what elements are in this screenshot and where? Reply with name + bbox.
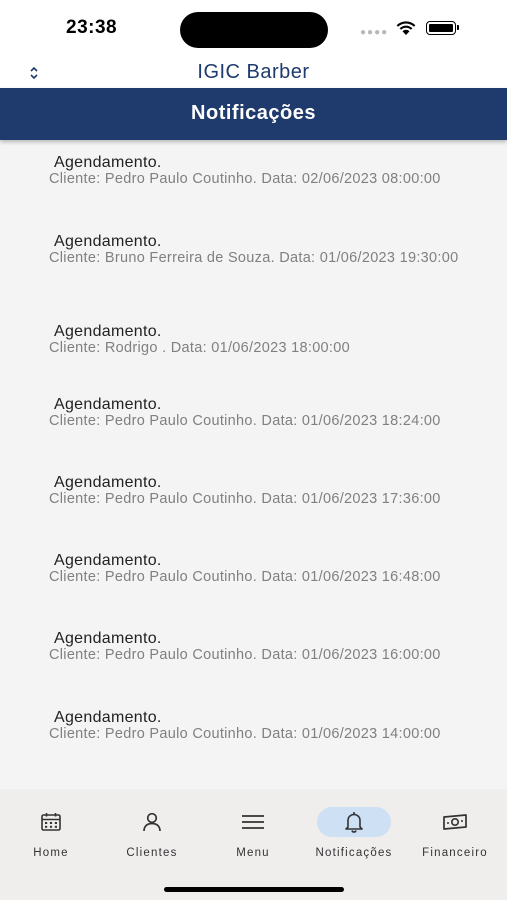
menu-icon [242,815,264,829]
home-indicator[interactable] [164,887,344,892]
notifications-list[interactable]: Agendamento. Cliente: Pedro Paulo Coutin… [0,141,507,789]
bottom-navigation: Home Clientes Menu Notificações Financei… [0,789,507,900]
notification-body: Cliente: Rodrigo . Data: 01/06/2023 18:0… [49,340,350,356]
nav-item-menu[interactable]: Menu [203,807,303,877]
battery-icon [426,21,459,35]
notification-title: Agendamento. [54,233,162,250]
person-icon [143,812,161,832]
notification-title: Agendamento. [54,630,162,647]
nav-label: Notificações [315,847,393,859]
bell-icon [345,812,363,833]
nav-label: Clientes [126,847,178,859]
notification-title: Agendamento. [54,396,162,413]
status-bar: 23:38 ●●●● [0,0,507,58]
money-icon [443,814,467,830]
calendar-icon [41,813,61,831]
nav-label: Financeiro [422,847,488,859]
active-indicator [317,807,391,837]
notification-body: Cliente: Pedro Paulo Coutinho. Data: 01/… [49,569,441,585]
dynamic-island [180,12,328,48]
notification-title: Agendamento. [54,474,162,491]
nav-item-notificacoes[interactable]: Notificações [304,807,404,877]
nav-item-financeiro[interactable]: Financeiro [405,807,505,877]
status-time: 23:38 [66,17,118,38]
nav-item-home[interactable]: Home [1,807,101,877]
notification-body: Cliente: Pedro Paulo Coutinho. Data: 01/… [49,726,441,742]
notification-body: Cliente: Bruno Ferreira de Souza. Data: … [49,250,459,266]
cellular-signal-icon: ●●●● [360,27,389,38]
page-header: Notificações [0,88,507,140]
notification-body: Cliente: Pedro Paulo Coutinho. Data: 01/… [49,413,441,429]
app-title-bar: IGIC Barber [0,58,507,88]
notification-title: Agendamento. [54,323,162,340]
notification-body: Cliente: Pedro Paulo Coutinho. Data: 01/… [49,491,441,507]
notification-title: Agendamento. [54,154,162,171]
notification-title: Agendamento. [54,552,162,569]
nav-label: Home [33,847,69,859]
notification-body: Cliente: Pedro Paulo Coutinho. Data: 01/… [49,647,441,663]
app-title: IGIC Barber [197,61,310,83]
wifi-icon [396,21,416,35]
page-title: Notificações [191,102,316,124]
nav-label: Menu [236,847,270,859]
nav-item-clientes[interactable]: Clientes [102,807,202,877]
notification-body: Cliente: Pedro Paulo Coutinho. Data: 02/… [49,171,441,187]
notification-title: Agendamento. [54,709,162,726]
